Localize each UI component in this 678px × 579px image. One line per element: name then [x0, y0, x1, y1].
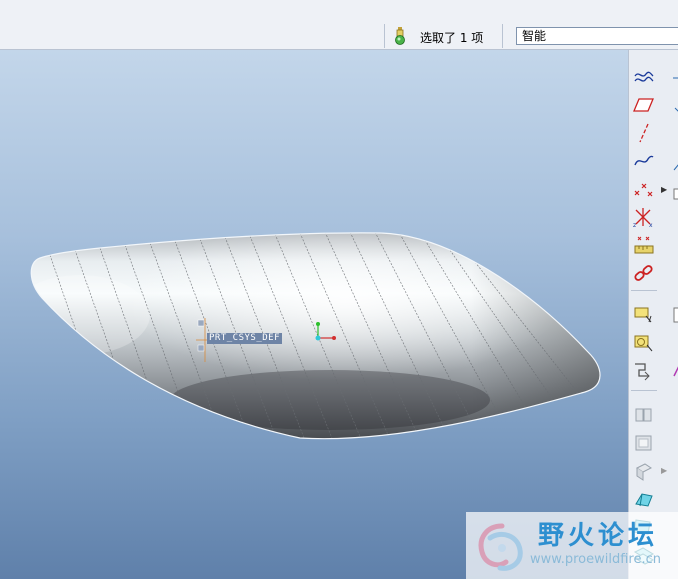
datum-axis-icon[interactable]: [632, 122, 656, 144]
toolbar-divider: [631, 290, 657, 291]
toolbar-col2-item[interactable]: [670, 72, 678, 94]
forum-title: 野火论坛: [538, 521, 659, 551]
toolbar-col2-item[interactable]: [670, 156, 678, 178]
analysis-icon[interactable]: [632, 234, 656, 256]
forum-logo-icon: [478, 523, 523, 571]
svg-text:z: z: [633, 222, 636, 228]
flyout-arrow-icon[interactable]: ▶: [661, 185, 667, 194]
chain-link-icon[interactable]: [632, 262, 656, 284]
revolve-icon[interactable]: [632, 332, 656, 354]
extrude-icon[interactable]: [632, 304, 656, 326]
datum-plane-icon[interactable]: [632, 94, 656, 116]
shell-icon[interactable]: [632, 432, 656, 454]
selection-filter-dropdown[interactable]: 智能: [516, 27, 678, 45]
style-surface-icon[interactable]: [632, 488, 656, 510]
right-toolbar: ▶ zx ▶: [628, 50, 678, 579]
status-separator: [502, 24, 503, 48]
draft-icon[interactable]: [632, 460, 656, 482]
sweep-icon[interactable]: [632, 360, 656, 382]
flyout-arrow-icon[interactable]: ▶: [661, 466, 667, 475]
graphics-viewport[interactable]: PRT_CSYS_DEF: [0, 50, 628, 579]
toolbar-col2-item[interactable]: [670, 304, 678, 326]
forum-watermark: 野火论坛 www.proewildfire.cn: [466, 512, 678, 579]
toolbar-col2-item[interactable]: [670, 360, 678, 382]
toolbar-col2-item[interactable]: [670, 100, 678, 122]
datum-point-icon[interactable]: [632, 178, 656, 200]
datum-curve-icon[interactable]: [632, 150, 656, 172]
selection-count-text: 选取了 1 项: [420, 31, 484, 45]
sketch-curve-icon[interactable]: [632, 66, 656, 88]
toolbar-divider: [631, 390, 657, 391]
svg-text:x: x: [649, 222, 653, 228]
coordinate-system-icon[interactable]: zx: [632, 206, 656, 228]
pattern-icon[interactable]: [632, 404, 656, 426]
model-surface[interactable]: [0, 50, 628, 579]
csys-label: PRT_CSYS_DEF: [207, 333, 283, 344]
status-separator: [384, 24, 385, 48]
status-bar: 选取了 1 项 智能: [0, 0, 678, 50]
forum-url: www.proewildfire.cn: [530, 552, 661, 567]
selection-filter-icon[interactable]: [392, 26, 408, 46]
toolbar-col2-item[interactable]: [670, 184, 678, 206]
